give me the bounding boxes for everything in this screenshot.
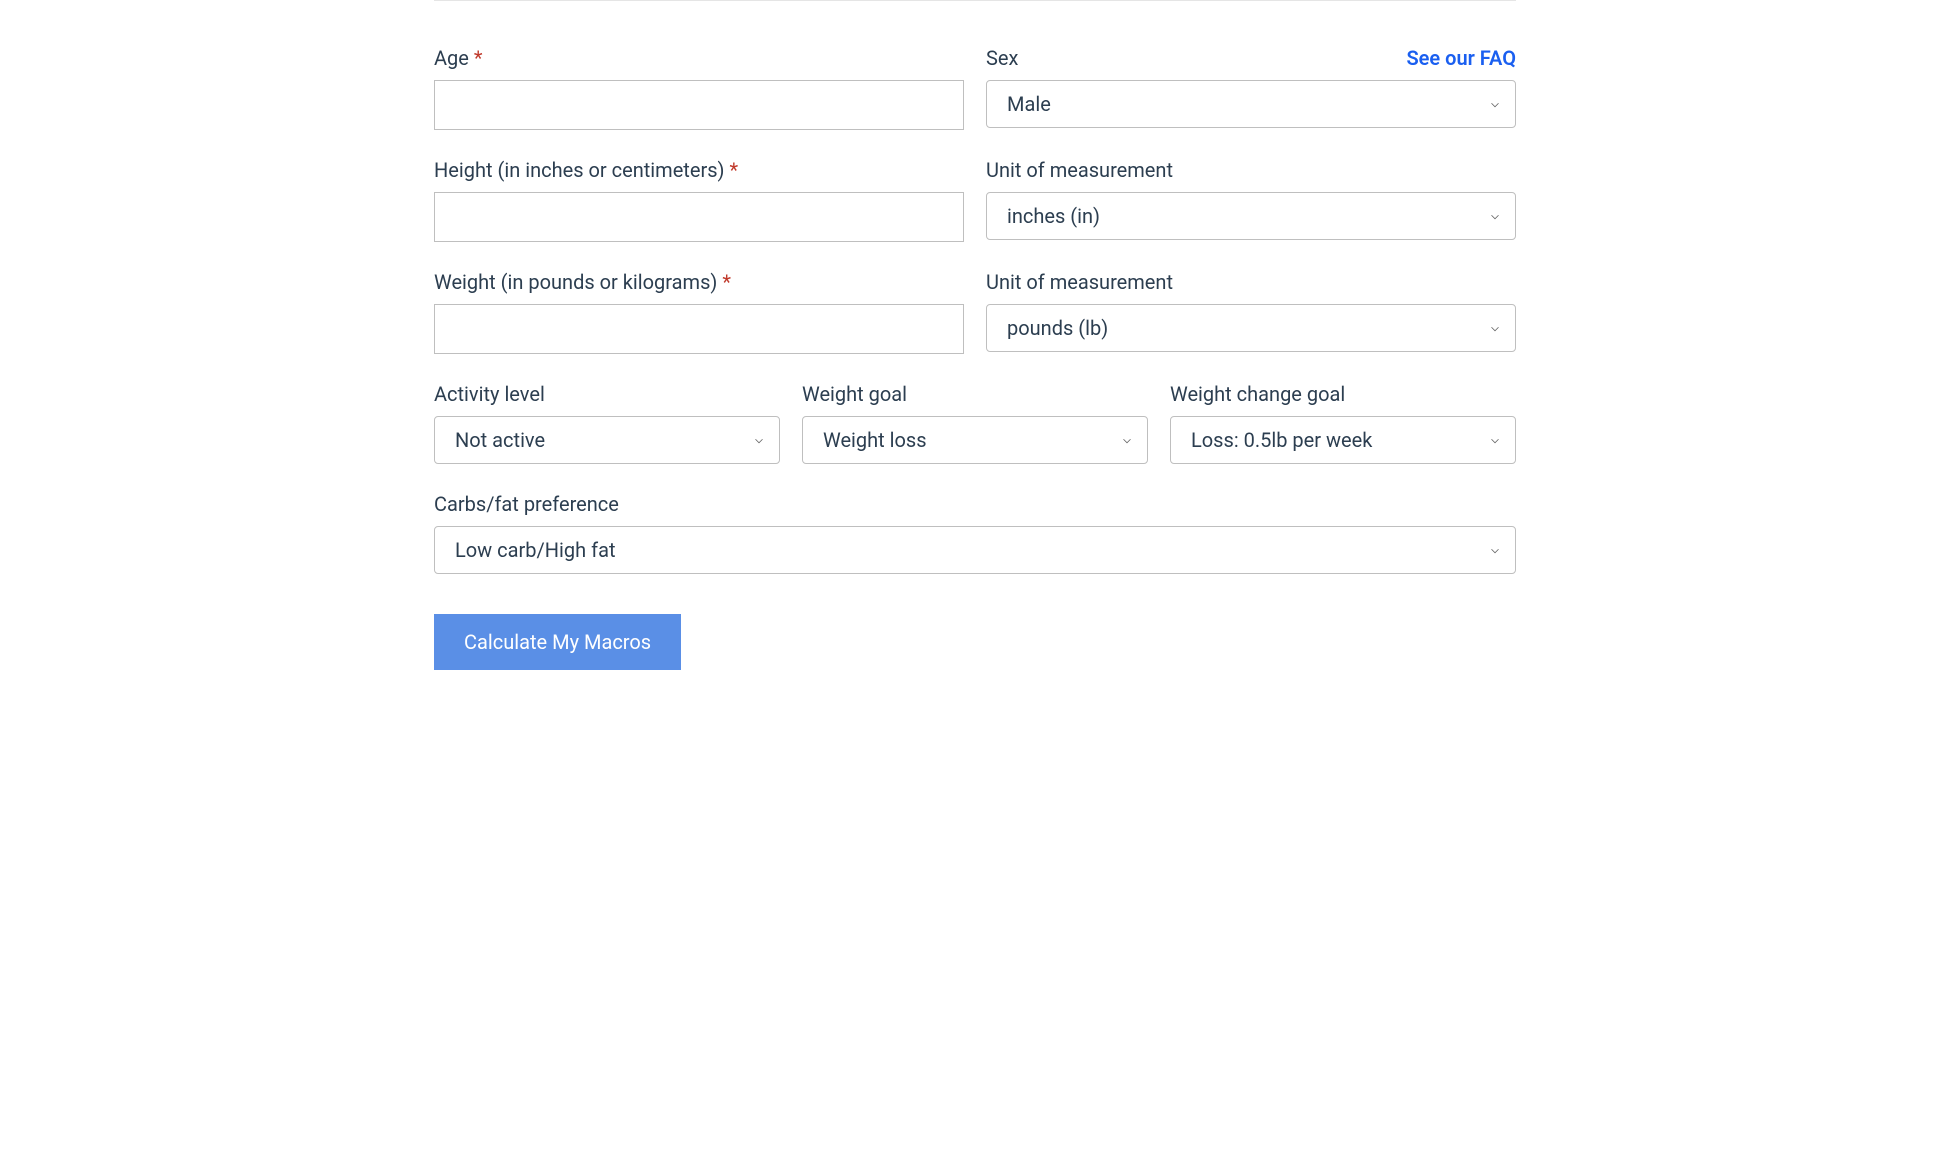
field-age: Age * [434,46,964,130]
row-activity-goals: Activity level Not active Weight goal We… [434,382,1516,464]
weight-unit-select[interactable]: pounds (lb) [986,304,1516,352]
divider [434,0,1516,1]
weight-change-goal-select[interactable]: Loss: 0.5lb per week [1170,416,1516,464]
weight-goal-select[interactable]: Weight loss [802,416,1148,464]
weight-change-goal-label: Weight change goal [1170,382,1345,406]
weight-unit-label: Unit of measurement [986,270,1173,294]
calculate-button[interactable]: Calculate My Macros [434,614,681,670]
field-height-unit: Unit of measurement inches (in) [986,158,1516,242]
activity-level-label: Activity level [434,382,545,406]
height-unit-select[interactable]: inches (in) [986,192,1516,240]
faq-link[interactable]: See our FAQ [1406,46,1516,70]
height-label: Height (in inches or centimeters) * [434,158,738,182]
height-input[interactable] [434,192,964,242]
row-weight-unit: Weight (in pounds or kilograms) * Unit o… [434,270,1516,354]
carbs-fat-label: Carbs/fat preference [434,492,619,516]
required-mark: * [474,46,483,70]
field-activity-level: Activity level Not active [434,382,780,464]
field-weight-unit: Unit of measurement pounds (lb) [986,270,1516,354]
sex-select[interactable]: Male [986,80,1516,128]
activity-level-select[interactable]: Not active [434,416,780,464]
weight-input[interactable] [434,304,964,354]
row-carbs-fat: Carbs/fat preference Low carb/High fat [434,492,1516,574]
age-label: Age * [434,46,482,70]
field-height: Height (in inches or centimeters) * [434,158,964,242]
weight-goal-label: Weight goal [802,382,907,406]
field-weight-change-goal: Weight change goal Loss: 0.5lb per week [1170,382,1516,464]
height-unit-label: Unit of measurement [986,158,1173,182]
field-sex: Sex See our FAQ Male [986,46,1516,130]
carbs-fat-select[interactable]: Low carb/High fat [434,526,1516,574]
required-mark: * [722,270,731,294]
field-carbs-fat: Carbs/fat preference Low carb/High fat [434,492,1516,574]
weight-label: Weight (in pounds or kilograms) * [434,270,731,294]
field-weight: Weight (in pounds or kilograms) * [434,270,964,354]
age-input[interactable] [434,80,964,130]
sex-label: Sex [986,46,1018,70]
row-height-unit: Height (in inches or centimeters) * Unit… [434,158,1516,242]
field-weight-goal: Weight goal Weight loss [802,382,1148,464]
row-age-sex: Age * Sex See our FAQ Male [434,46,1516,130]
required-mark: * [729,158,738,182]
